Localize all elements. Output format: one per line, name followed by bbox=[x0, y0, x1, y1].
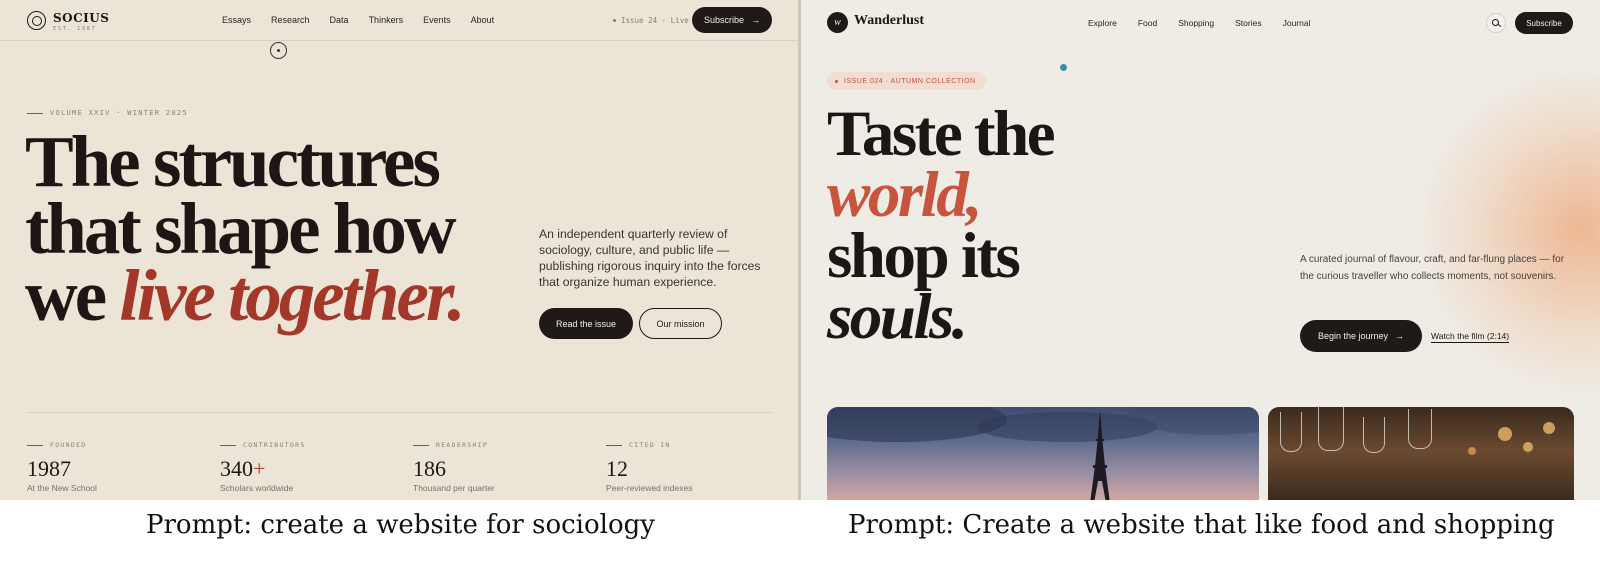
stat-caption: Scholars worldwide bbox=[220, 483, 294, 493]
arrow-right-icon: → bbox=[1395, 331, 1405, 341]
hero-line-1: The structures bbox=[25, 121, 441, 202]
hero-line-3: shop its bbox=[827, 220, 1021, 292]
live-dot-icon bbox=[613, 19, 616, 22]
bokeh-light bbox=[1523, 442, 1533, 452]
arrow-right-icon: → bbox=[751, 15, 761, 25]
nav-link-thinkers[interactable]: Thinkers bbox=[369, 15, 404, 25]
volume-label: VOLUME XXIV · WINTER 2025 bbox=[50, 109, 188, 117]
nav-link-data[interactable]: Data bbox=[330, 15, 349, 25]
cursor-dot-icon bbox=[1060, 64, 1067, 71]
begin-journey-button[interactable]: Begin the journey → bbox=[1300, 320, 1422, 352]
bokeh-light bbox=[1543, 422, 1555, 434]
nav-link-stories[interactable]: Stories bbox=[1235, 18, 1261, 28]
stat-label: READERSHIP bbox=[436, 441, 489, 449]
bokeh-light bbox=[1498, 427, 1512, 441]
stat-value: 186 bbox=[413, 456, 446, 481]
hero-line-3-plain: we bbox=[25, 255, 120, 336]
stat-rule bbox=[220, 445, 236, 446]
stat-value: 12 bbox=[606, 456, 628, 481]
begin-journey-label: Begin the journey bbox=[1317, 331, 1389, 341]
hero-line-3: we live together. bbox=[25, 259, 466, 332]
logo-icon[interactable] bbox=[27, 11, 46, 30]
stat-rule bbox=[606, 445, 622, 446]
wanderlust-logo-name[interactable]: Wanderlust bbox=[854, 13, 924, 29]
watch-film-link[interactable]: Watch the film (2:14) bbox=[1431, 331, 1510, 343]
stat-label: CONTRIBUTORS bbox=[243, 441, 306, 449]
wine-glass bbox=[1318, 407, 1344, 451]
our-mission-button[interactable]: Our mission bbox=[639, 308, 722, 339]
top-nav: Explore Food Shopping Stories Journal bbox=[1088, 18, 1310, 28]
live-status: Issue 24 · Live bbox=[621, 16, 689, 25]
hero-line-2: that shape how bbox=[25, 188, 457, 269]
hero-accent: world, bbox=[827, 159, 982, 231]
stat-suffix: + bbox=[253, 456, 266, 481]
logo-established: EST. 1987 bbox=[53, 26, 97, 32]
nav-link-research[interactable]: Research bbox=[271, 15, 310, 25]
subscribe-button[interactable]: Subscribe → bbox=[692, 7, 772, 33]
nav-link-journal[interactable]: Journal bbox=[1283, 18, 1311, 28]
eiffel-tower-icon bbox=[1090, 411, 1110, 500]
stat-label: CITED IN bbox=[629, 441, 671, 449]
stat-caption: At the New School bbox=[27, 483, 97, 493]
top-nav: SOCIUS EST. 1987 Essays Research Data Th… bbox=[0, 0, 798, 41]
read-issue-label: Read the issue bbox=[555, 318, 617, 329]
volume-rule bbox=[27, 113, 43, 114]
stat-label: FOUNDED bbox=[50, 441, 87, 449]
wine-glass bbox=[1280, 412, 1302, 452]
nav-link-shopping[interactable]: Shopping bbox=[1178, 18, 1214, 28]
wine-glass bbox=[1363, 417, 1385, 453]
subscribe-button-label: Subscribe bbox=[703, 15, 745, 25]
nav-link-events[interactable]: Events bbox=[423, 15, 451, 25]
logo-name[interactable]: SOCIUS bbox=[53, 11, 109, 25]
subscribe-button-label: Subscribe bbox=[1526, 18, 1562, 28]
section-divider bbox=[27, 412, 772, 413]
bokeh-light bbox=[1468, 447, 1476, 455]
caption-left: Prompt: create a website for sociology bbox=[146, 510, 655, 540]
cursor-ring-icon bbox=[270, 42, 287, 59]
nav-link-food[interactable]: Food bbox=[1138, 18, 1157, 28]
our-mission-label: Our mission bbox=[656, 318, 705, 329]
hero-headline: The structures that shape how we live to… bbox=[25, 121, 466, 332]
sociology-site-screenshot: SOCIUS EST. 1987 Essays Research Data Th… bbox=[0, 0, 798, 500]
subscribe-button[interactable]: Subscribe bbox=[1515, 12, 1573, 34]
dinner-photo[interactable] bbox=[1268, 407, 1574, 500]
caption-right: Prompt: Create a website that like food … bbox=[848, 510, 1555, 540]
nav-links: Essays Research Data Thinkers Events Abo… bbox=[222, 15, 494, 25]
stat-caption: Peer-reviewed indexes bbox=[606, 483, 693, 493]
food-shopping-site-screenshot: w Wanderlust Explore Food Shopping Stori… bbox=[801, 0, 1600, 500]
wanderlust-logo-icon[interactable]: w bbox=[827, 12, 848, 33]
hero-line-4: souls. bbox=[827, 281, 968, 353]
read-issue-button[interactable]: Read the issue bbox=[539, 308, 633, 339]
paris-photo[interactable] bbox=[827, 407, 1259, 500]
hero-description: An independent quarterly review of socio… bbox=[539, 227, 761, 289]
stat-rule bbox=[413, 445, 429, 446]
search-icon[interactable] bbox=[1486, 13, 1506, 33]
nav-link-explore[interactable]: Explore bbox=[1088, 18, 1117, 28]
wine-glass bbox=[1408, 409, 1432, 449]
hero-description: A curated journal of flavour, craft, and… bbox=[1300, 254, 1565, 282]
issue-badge: ISSUE 024 · AUTUMN COLLECTION bbox=[827, 72, 986, 90]
stat-value: 340+ bbox=[220, 456, 266, 481]
stat-value: 1987 bbox=[27, 456, 71, 481]
hero-headline: Taste the world, shop its souls. bbox=[827, 98, 1056, 353]
nav-link-essays[interactable]: Essays bbox=[222, 15, 251, 25]
hero-accent: live together. bbox=[119, 255, 465, 336]
stat-rule bbox=[27, 445, 43, 446]
hero-line-1: Taste the bbox=[827, 98, 1056, 170]
nav-link-about[interactable]: About bbox=[471, 15, 495, 25]
stat-caption: Thousand per quarter bbox=[413, 483, 495, 493]
